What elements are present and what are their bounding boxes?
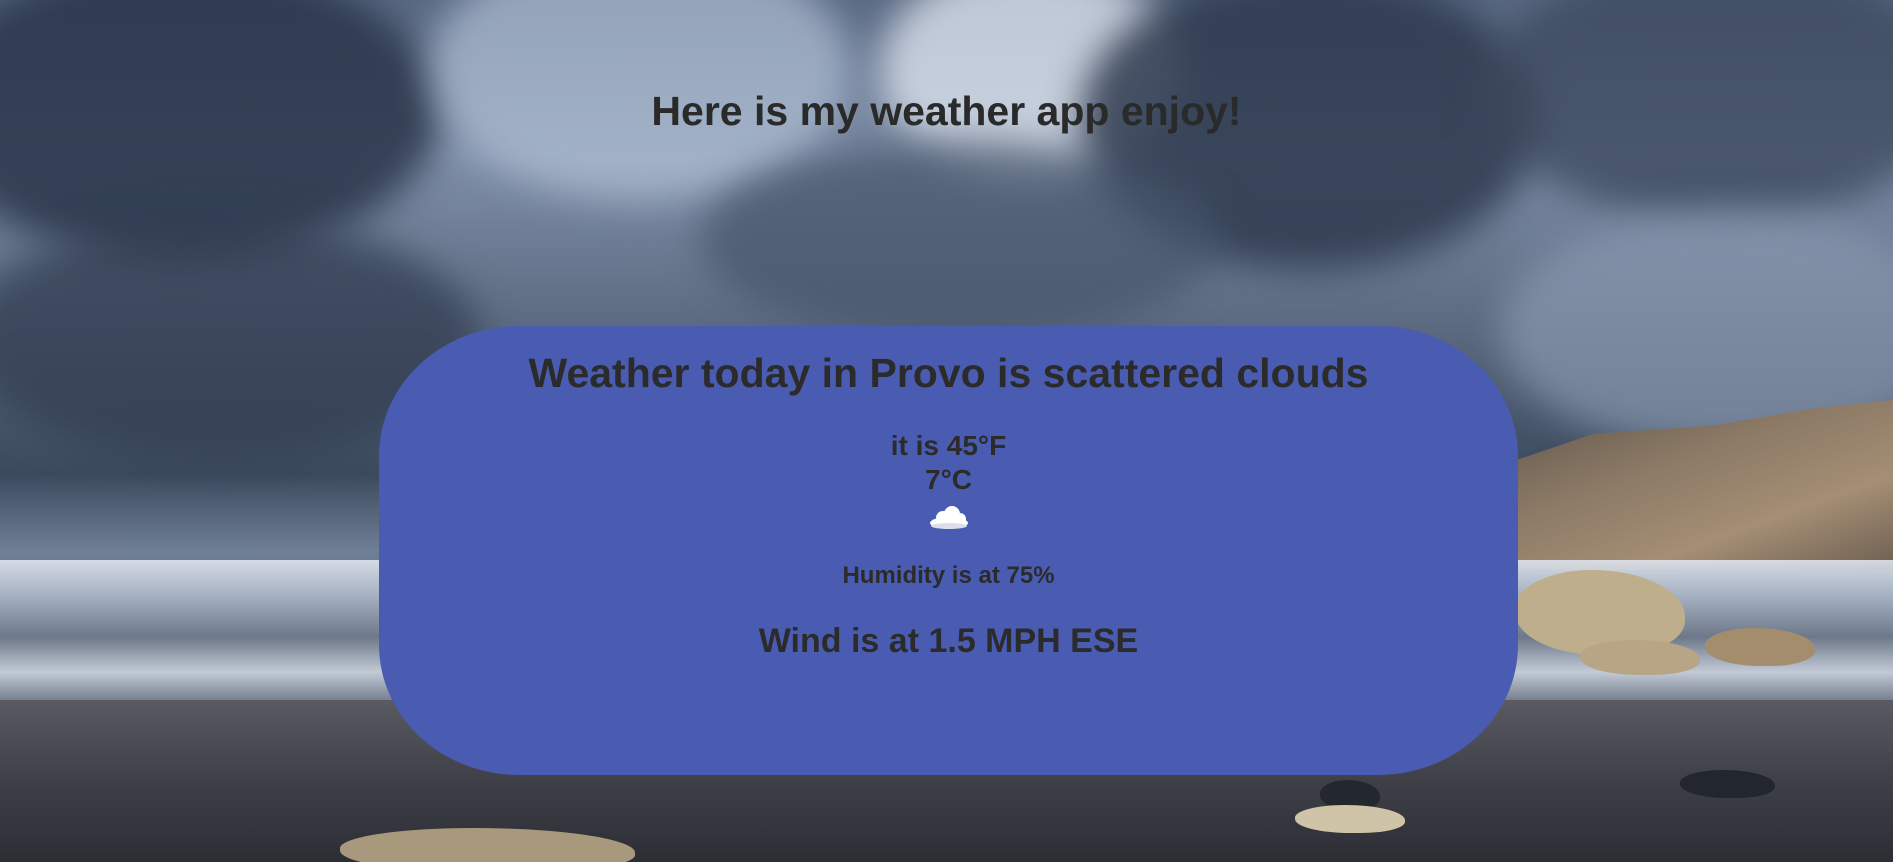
page-title: Here is my weather app enjoy!	[651, 88, 1242, 134]
weather-summary: Weather today in Provo is scattered clou…	[528, 350, 1369, 396]
wind-text: Wind is at 1.5 MPH ESE	[758, 622, 1139, 660]
humidity-text: Humidity is at 75%	[842, 562, 1055, 589]
scattered-clouds-icon	[930, 506, 968, 529]
weather-card: Weather today in Provo is scattered clou…	[379, 326, 1518, 775]
temperature-fahrenheit: it is 45°F	[890, 430, 1007, 461]
temperature-celsius: 7°C	[925, 464, 972, 495]
